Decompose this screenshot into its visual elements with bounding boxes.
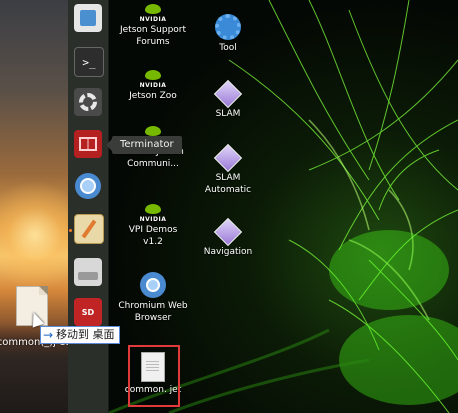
gear-icon: [215, 14, 241, 40]
desktop-icon-label: SLAM Automatic: [204, 173, 252, 195]
slam-launcher-icon: [213, 79, 243, 109]
nvidia-icon: NVIDIA: [137, 70, 169, 89]
desktop-icon-label: Jetson Support Forums: [119, 25, 187, 47]
dock-tooltip: Terminator: [106, 136, 182, 154]
drive-icon[interactable]: [74, 258, 102, 286]
launcher-dock: >_ SD: [68, 0, 109, 413]
desktop-icon-slam[interactable]: SLAM: [193, 79, 263, 120]
desktop-icon-vpi-demos[interactable]: NVIDIA VPI Demos v1.2: [118, 204, 188, 248]
drop-tooltip-label: 移动到 桌面: [56, 328, 115, 341]
chromium-ring-icon: [75, 173, 101, 199]
chromium-icon: [140, 272, 166, 298]
terminal-glyph: >_: [82, 55, 96, 69]
gear-icon: [79, 93, 97, 111]
terminator-grid-icon: [79, 137, 97, 151]
desktop-icon-slam-automatic[interactable]: SLAM Automatic: [193, 143, 263, 196]
arrow-right-icon: →: [43, 328, 54, 342]
pencil-icon: [81, 219, 97, 239]
desktop-icon-jetson-forums[interactable]: NVIDIA Jetson Support Forums: [118, 4, 188, 48]
desktop-icon-jetson-zoo[interactable]: NVIDIA Jetson Zoo: [118, 70, 188, 102]
nvidia-icon: NVIDIA: [137, 204, 169, 223]
sd-label: SD: [81, 307, 95, 317]
settings-icon[interactable]: [74, 88, 102, 116]
desktop-icon-navigation[interactable]: Navigation: [193, 217, 263, 258]
nvidia-icon: NVIDIA: [137, 4, 169, 23]
desktop-icon-label: Chromium Web Browser: [118, 301, 188, 323]
drop-tooltip: → 移动到 桌面: [40, 326, 120, 344]
desktop-icon-label: SLAM: [215, 109, 241, 119]
chromium-icon[interactable]: [74, 172, 102, 200]
desktop-icon-label: VPI Demos v1.2: [128, 225, 178, 247]
terminal-icon[interactable]: >_: [74, 47, 104, 77]
desktop-icon-chromium[interactable]: Chromium Web Browser: [118, 272, 188, 324]
terminator-icon[interactable]: [74, 130, 102, 158]
highlight-box: [128, 345, 180, 407]
desktop-icon-tool[interactable]: Tool: [193, 14, 263, 54]
text-editor-icon[interactable]: [74, 214, 104, 244]
drive-slot: [78, 272, 98, 280]
store-icon[interactable]: [74, 4, 102, 32]
sd-card-icon[interactable]: SD: [74, 298, 102, 326]
desktop-icon-label: Navigation: [203, 247, 253, 257]
bag-icon: [80, 10, 96, 26]
running-indicator: [69, 229, 72, 232]
desktop-icon-label: Tool: [219, 43, 237, 53]
navigation-launcher-icon: [213, 217, 243, 247]
slam-launcher-icon: [213, 143, 243, 173]
outer-desktop: [0, 0, 90, 413]
